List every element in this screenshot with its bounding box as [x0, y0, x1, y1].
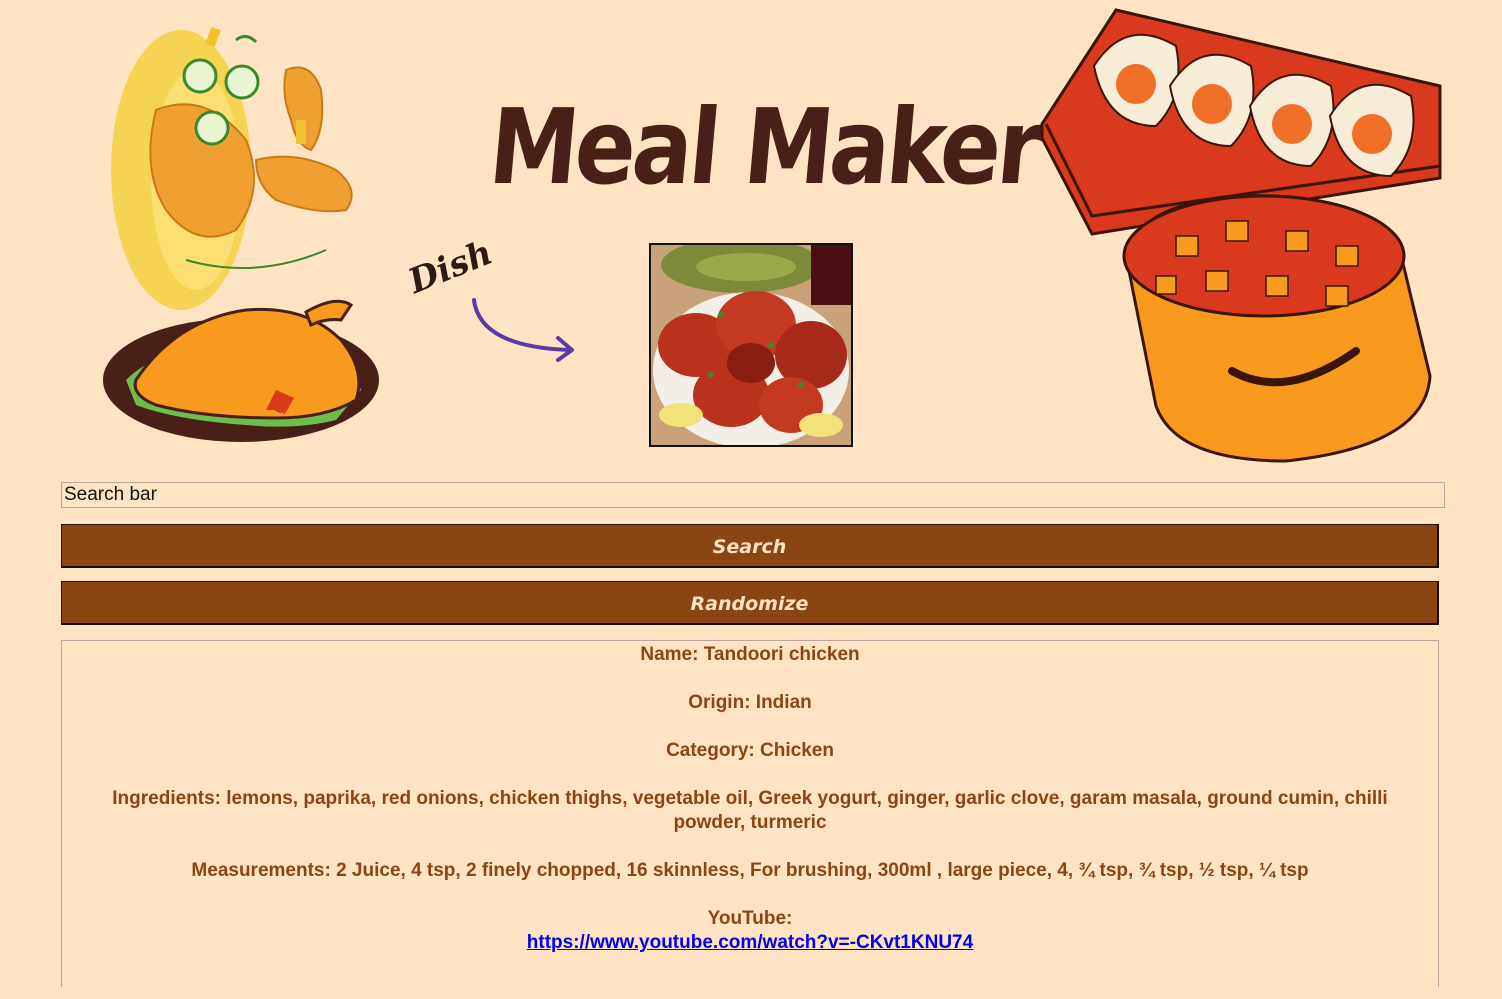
youtube-section: YouTube: https://www.youtube.com/watch?v…: [80, 907, 1420, 955]
randomize-button[interactable]: Randomize: [61, 581, 1439, 625]
search-input[interactable]: [61, 482, 1445, 508]
meal-measurements: Measurements: 2 Juice, 4 tsp, 2 finely c…: [191, 860, 1309, 881]
youtube-label: YouTube:: [707, 908, 793, 929]
curved-arrow-icon: [472, 298, 574, 362]
dish-image: [649, 243, 853, 447]
meal-ingredients: Ingredients: lemons, paprika, red onions…: [112, 788, 1388, 833]
youtube-link[interactable]: https://www.youtube.com/watch?v=-CKvt1KN…: [527, 932, 973, 953]
meal-result-panel: Name: Tandoori chicken Origin: Indian Ca…: [61, 640, 1439, 987]
header: Meal Maker Dish: [0, 0, 1502, 470]
search-button[interactable]: Search: [61, 524, 1439, 568]
curry-pot-illustration: [1040, 8, 1442, 463]
page-title: Meal Maker: [484, 86, 1045, 208]
meal-origin: Origin: Indian: [688, 692, 812, 713]
tandoori-chicken-image: [651, 245, 851, 445]
roast-chicken-illustration: [103, 26, 379, 442]
meal-name: Name: Tandoori chicken: [640, 644, 860, 665]
meal-category: Category: Chicken: [666, 740, 834, 761]
